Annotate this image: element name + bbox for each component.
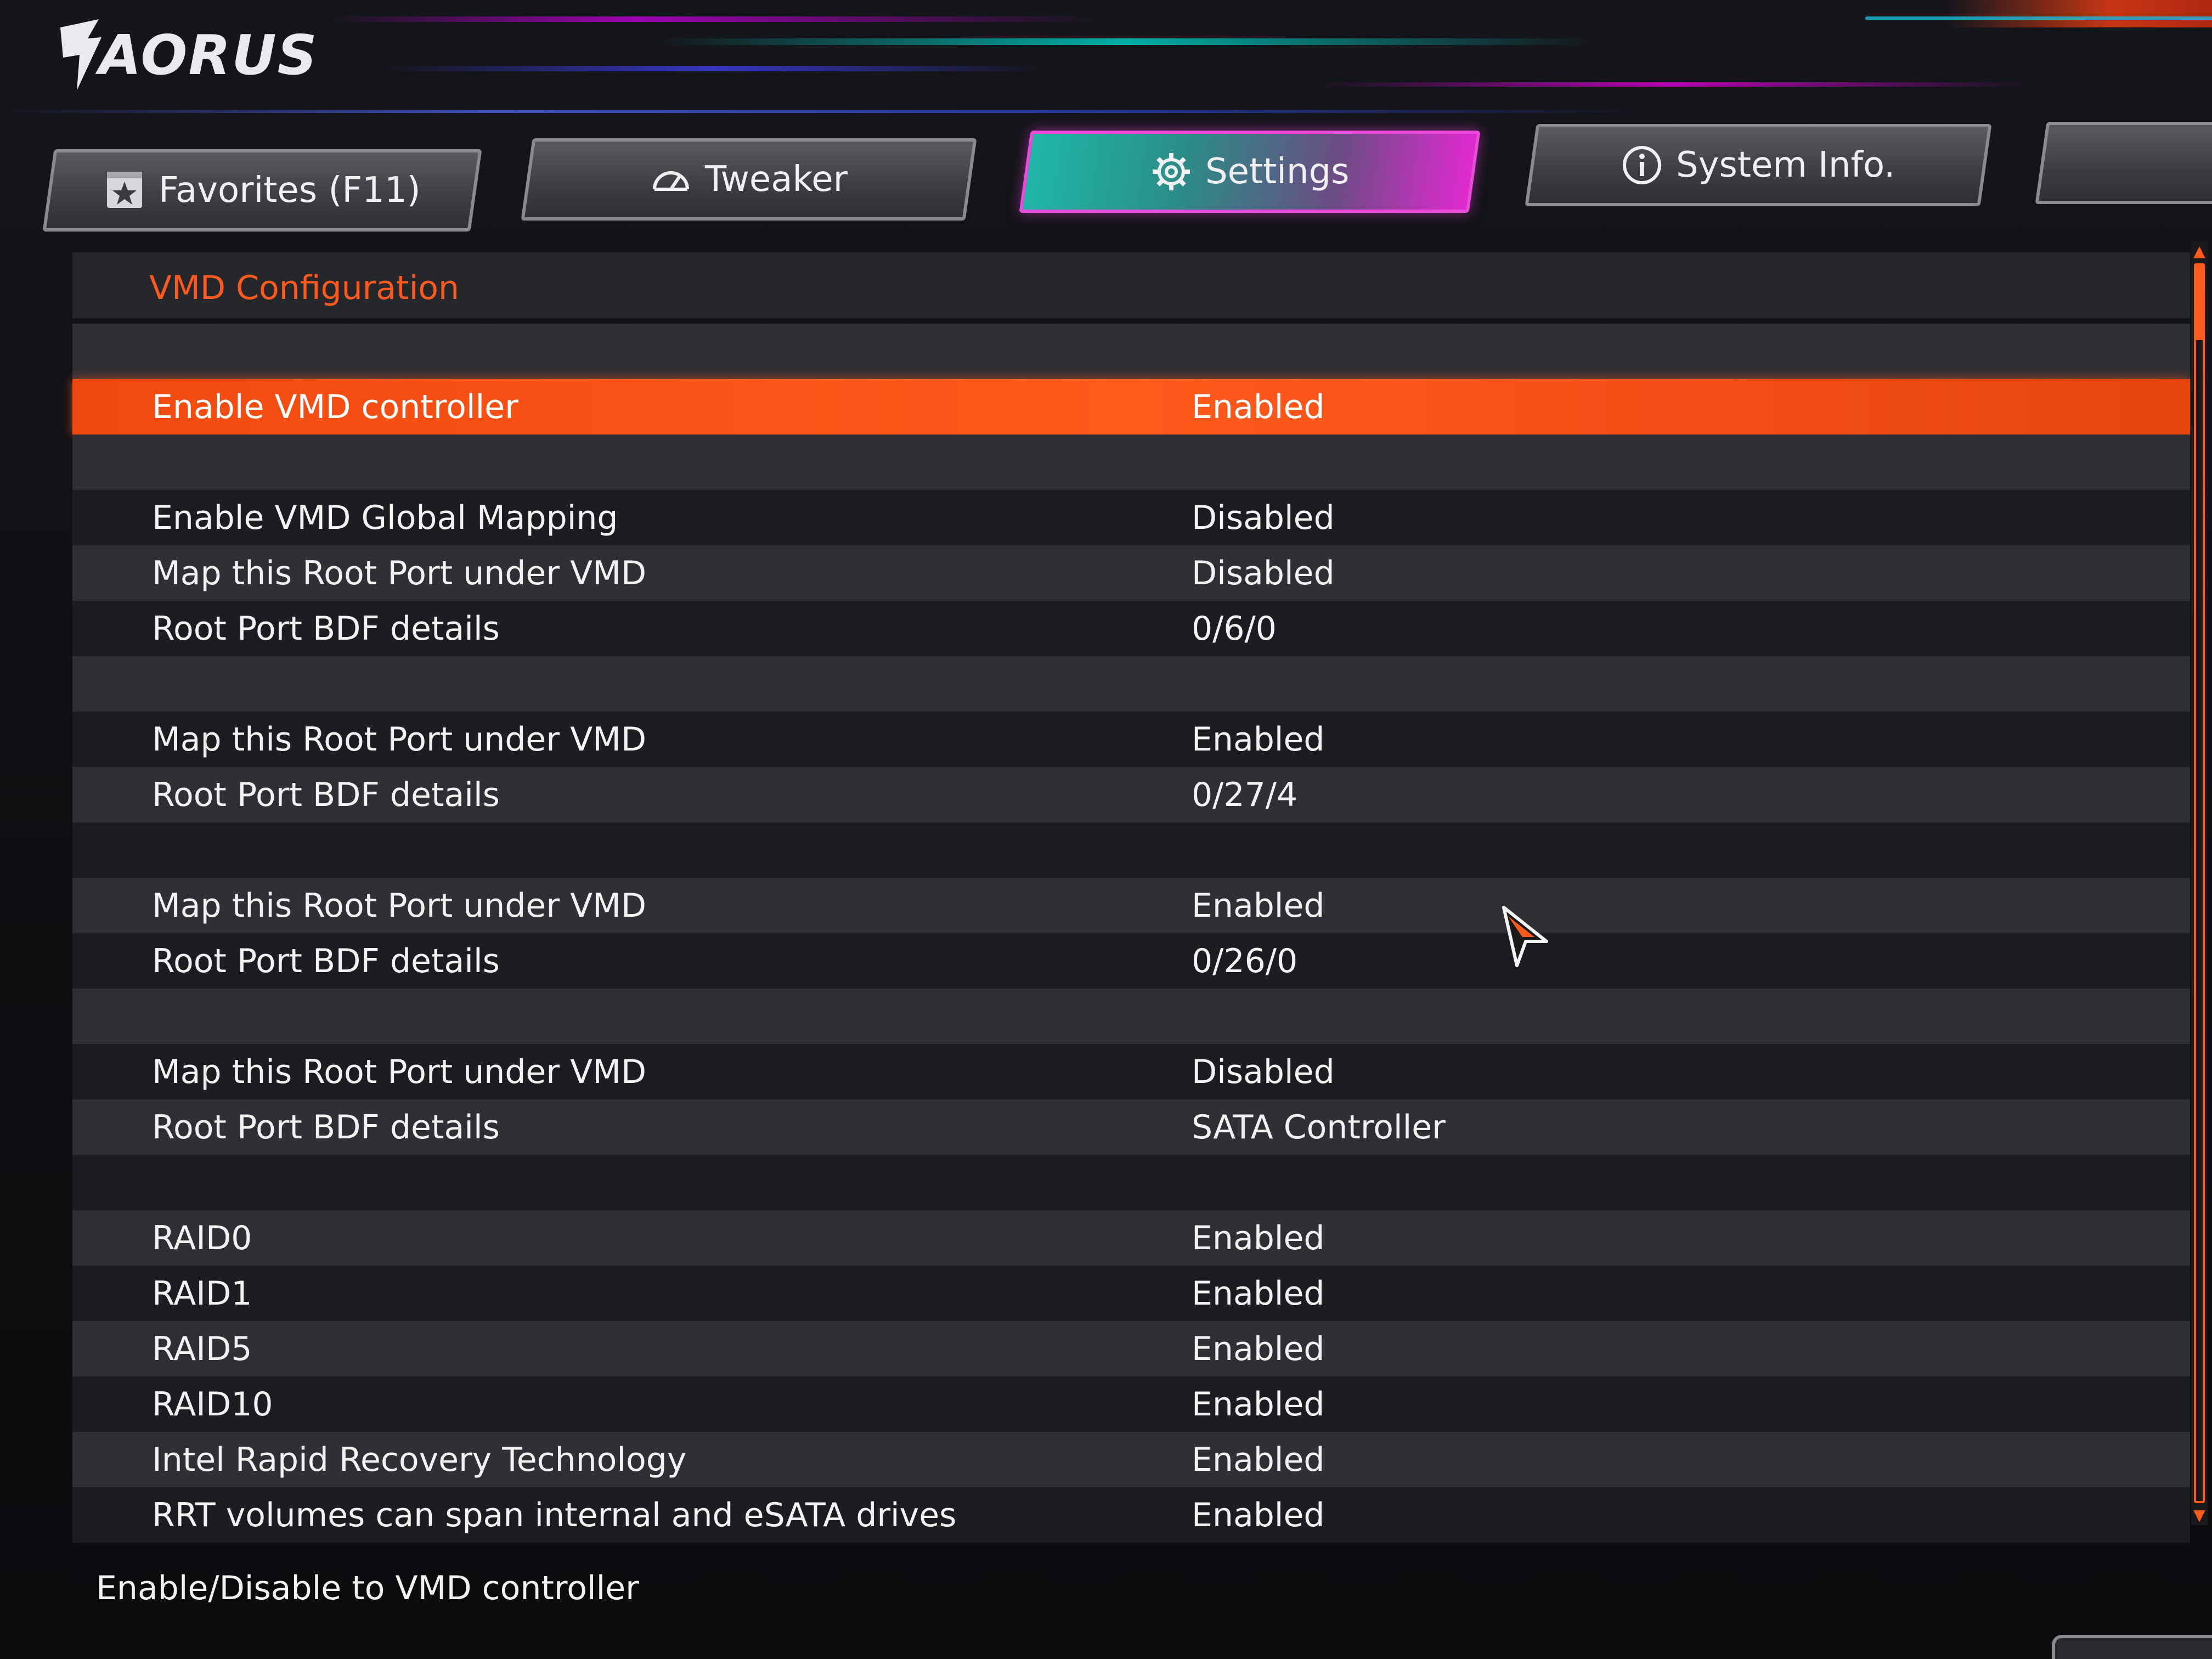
spacer-row	[72, 324, 2190, 379]
spacer-row	[72, 822, 2190, 878]
setting-row[interactable]: Map this Root Port under VMD Enabled	[72, 712, 2190, 767]
setting-row[interactable]: RAID5 Enabled	[72, 1321, 2190, 1376]
setting-label: RAID5	[152, 1329, 252, 1368]
setting-label: RAID0	[152, 1218, 252, 1257]
setting-row[interactable]: RRT volumes can span internal and eSATA …	[72, 1487, 2190, 1543]
spacer-row	[72, 656, 2190, 712]
setting-value[interactable]: Enabled	[1192, 1330, 1324, 1368]
decor-streak	[384, 66, 1042, 71]
setting-label: Map this Root Port under VMD	[152, 1052, 647, 1091]
settings-list: Enable VMD controller Enabled Enable VMD G…	[72, 324, 2190, 1543]
setting-value[interactable]: Enabled	[1192, 1385, 1324, 1424]
setting-value[interactable]: 0/26/0	[1192, 942, 1297, 980]
setting-label: RAID1	[152, 1274, 252, 1313]
spacer-row	[72, 989, 2190, 1044]
scroll-down-arrow-icon[interactable]: ▼	[2191, 1505, 2208, 1525]
setting-row[interactable]: Root Port BDF details SATA Controller	[72, 1099, 2190, 1155]
tab-label: System Info.	[1676, 145, 1895, 185]
setting-label: Enable VMD Global Mapping	[152, 498, 618, 537]
scroll-track[interactable]	[2194, 263, 2205, 1503]
setting-value[interactable]: Enabled	[1192, 1496, 1324, 1534]
setting-row-selected[interactable]: Enable VMD controller Enabled	[72, 379, 2190, 435]
setting-label: Root Port BDF details	[152, 609, 500, 648]
settings-panel: VMD Configuration Enable VMD controller E…	[72, 252, 2190, 1543]
gauge-icon	[650, 159, 692, 200]
setting-value[interactable]: Enabled	[1192, 887, 1324, 925]
tab-label: Tweaker	[705, 159, 848, 200]
setting-row[interactable]: Root Port BDF details 0/27/4	[72, 767, 2190, 822]
decor-streak	[658, 38, 1591, 45]
tab-label: Favorites (F11)	[159, 170, 421, 211]
gear-icon	[1150, 151, 1192, 193]
tab-tweaker[interactable]: Tweaker	[521, 138, 977, 221]
bios-screen: AORUS Favorites (F11) Tweaker Settings S…	[0, 0, 2212, 1659]
decor-streak	[1317, 82, 2030, 87]
section-title: VMD Configuration	[149, 269, 459, 307]
setting-row[interactable]: Map this Root Port under VMD Enabled	[72, 878, 2190, 933]
setting-label: Enable VMD controller	[152, 387, 518, 426]
help-text: Enable/Disable to VMD controller	[96, 1569, 639, 1607]
brand-logo: AORUS	[55, 11, 329, 99]
setting-value[interactable]: Enabled	[1192, 1441, 1324, 1479]
setting-row[interactable]: Intel Rapid Recovery Technology Enabled	[72, 1432, 2190, 1487]
setting-value[interactable]: 0/27/4	[1192, 776, 1297, 814]
brand-logo-text: AORUS	[99, 22, 318, 87]
setting-value[interactable]: 0/6/0	[1192, 610, 1277, 648]
setting-value[interactable]: Enabled	[1192, 1274, 1324, 1313]
tab-partial-next[interactable]	[2035, 122, 2212, 204]
setting-label: Map this Root Port under VMD	[152, 886, 647, 925]
tab-favorites[interactable]: Favorites (F11)	[42, 149, 482, 232]
setting-row[interactable]: RAID10 Enabled	[72, 1376, 2190, 1432]
setting-row[interactable]: Map this Root Port under VMD Disabled	[72, 545, 2190, 601]
tab-settings[interactable]: Settings	[1019, 131, 1481, 213]
mouse-cursor-icon	[1502, 906, 1548, 967]
setting-row[interactable]: Map this Root Port under VMD Disabled	[72, 1044, 2190, 1099]
spacer-row	[72, 435, 2190, 490]
setting-value[interactable]: Enabled	[1192, 720, 1324, 759]
setting-label: Map this Root Port under VMD	[152, 720, 647, 759]
setting-row[interactable]: Root Port BDF details 0/26/0	[72, 933, 2190, 989]
tab-system-info[interactable]: System Info.	[1525, 124, 1992, 206]
star-icon	[104, 170, 145, 211]
setting-label: Intel Rapid Recovery Technology	[152, 1440, 687, 1479]
setting-value[interactable]: Disabled	[1192, 554, 1335, 592]
setting-label: Root Port BDF details	[152, 941, 500, 980]
decor-streak	[1865, 16, 2212, 20]
decor-streak	[0, 110, 1646, 113]
setting-row[interactable]: Root Port BDF details 0/6/0	[72, 601, 2190, 656]
decor-streak	[1948, 0, 2212, 27]
setting-value[interactable]: Enabled	[1192, 1219, 1324, 1257]
setting-value[interactable]: Disabled	[1192, 499, 1335, 537]
scroll-thumb[interactable]	[2194, 263, 2205, 340]
section-header: VMD Configuration	[72, 252, 2190, 318]
scrollbar[interactable]: ▲ ▼	[2191, 241, 2208, 1525]
info-icon	[1621, 144, 1663, 186]
setting-label: Root Port BDF details	[152, 775, 500, 814]
setting-value[interactable]: SATA Controller	[1192, 1108, 1446, 1147]
scroll-up-arrow-icon[interactable]: ▲	[2191, 241, 2208, 261]
setting-label: Map this Root Port under VMD	[152, 554, 647, 592]
eagle-logo-icon	[60, 19, 101, 91]
setting-value[interactable]: Disabled	[1192, 1053, 1335, 1091]
setting-value[interactable]: Enabled	[1192, 388, 1324, 426]
tab-label: Settings	[1205, 151, 1350, 192]
setting-row[interactable]: RAID0 Enabled	[72, 1210, 2190, 1266]
decor-streak	[329, 16, 1097, 22]
spacer-row	[72, 1155, 2190, 1210]
setting-row[interactable]: RAID1 Enabled	[72, 1266, 2190, 1321]
corner-decoration	[2052, 1635, 2212, 1659]
setting-label: RRT volumes can span internal and eSATA …	[152, 1496, 957, 1534]
setting-label: Root Port BDF details	[152, 1108, 500, 1147]
setting-row[interactable]: Enable VMD Global Mapping Disabled	[72, 490, 2190, 545]
setting-label: RAID10	[152, 1385, 273, 1424]
